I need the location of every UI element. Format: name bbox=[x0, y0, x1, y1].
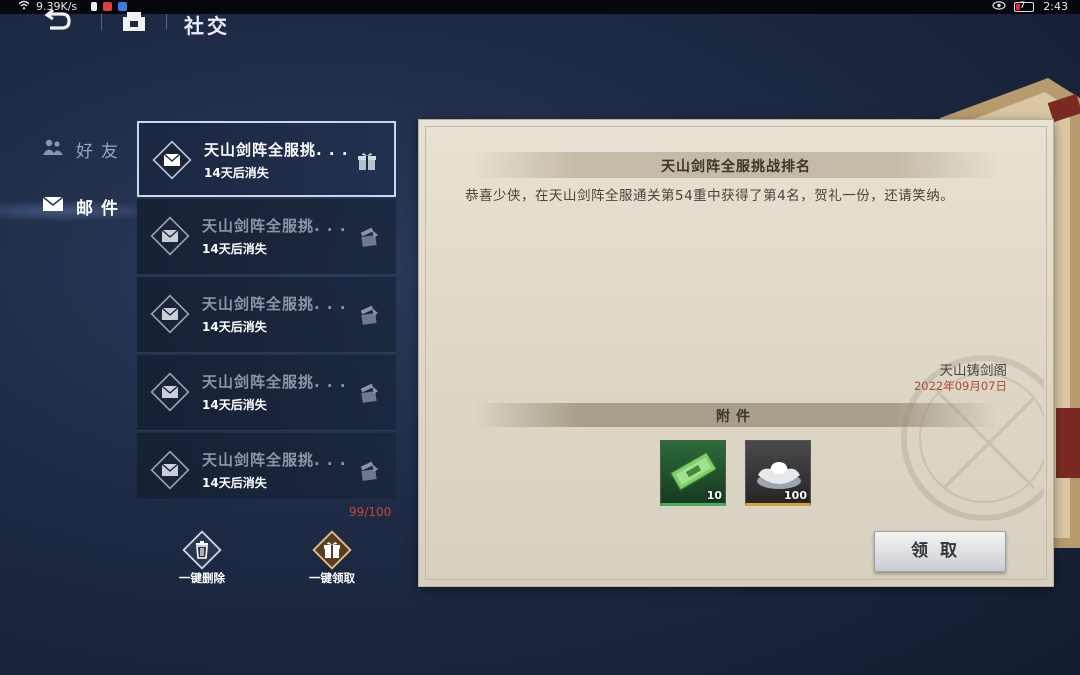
friends-icon bbox=[42, 138, 64, 161]
mail-title: 天山剑阵全服挑. . . bbox=[202, 295, 347, 313]
claim-all-button[interactable]: 一键领取 bbox=[296, 530, 368, 586]
notification-icon bbox=[91, 2, 98, 11]
mail-title: 天山剑阵全服挑. . . bbox=[204, 141, 349, 159]
gift-icon bbox=[356, 150, 378, 172]
envelope-icon bbox=[150, 216, 190, 256]
mail-date: 2022年09月07日 bbox=[913, 379, 1007, 393]
mail-list[interactable]: 天山剑阵全服挑. . . 14天后消失 天山剑阵全服挑. . . 14天后消失 … bbox=[137, 121, 396, 499]
opened-gift-icon bbox=[358, 226, 380, 248]
opened-gift-icon bbox=[358, 382, 380, 404]
attachment-qty: 10 bbox=[706, 489, 722, 502]
claim-button[interactable]: 领取 bbox=[874, 531, 1006, 572]
mail-expiry: 14天后消失 bbox=[204, 166, 269, 180]
mail-sender: 天山铸剑阁 bbox=[939, 363, 1008, 379]
mail-detail-title: 天山剑阵全服挑战排名 bbox=[661, 159, 811, 175]
status-bar: 9.39K/s 7 2:43 bbox=[0, 0, 1080, 14]
mail-icon bbox=[42, 196, 64, 217]
mail-expiry: 14天后消失 bbox=[202, 242, 267, 256]
attachments-title: 附件 bbox=[716, 409, 756, 425]
mail-expiry: 14天后消失 bbox=[202, 476, 267, 490]
attachment-qty: 100 bbox=[784, 489, 807, 502]
mail-count: 99/100 bbox=[349, 505, 392, 519]
envelope-icon bbox=[150, 372, 190, 412]
clock: 2:43 bbox=[1043, 0, 1068, 13]
mail-body: 恭喜少侠，在天山剑阵全服通关第54重中获得了第4名，贺礼一份，还请笑纳。 bbox=[465, 188, 955, 204]
trash-icon bbox=[182, 530, 222, 570]
gift-icon bbox=[312, 530, 352, 570]
mail-title: 天山剑阵全服挑. . . bbox=[202, 451, 347, 469]
nav-divider bbox=[101, 14, 102, 30]
side-menu-friends-label: 好友 bbox=[76, 142, 126, 162]
battery-icon bbox=[1013, 1, 1034, 12]
page-title: 社交 bbox=[184, 14, 230, 38]
home-icon[interactable] bbox=[120, 12, 148, 34]
attachment-item[interactable]: 10 bbox=[660, 440, 726, 506]
envelope-icon bbox=[152, 140, 192, 180]
opened-gift-icon bbox=[358, 304, 380, 326]
side-menu-mail-label: 邮件 bbox=[76, 199, 126, 219]
eye-icon bbox=[991, 0, 1006, 13]
mail-detail-panel: 天山剑阵全服挑战排名 恭喜少侠，在天山剑阵全服通关第54重中获得了第4名，贺礼一… bbox=[419, 120, 1053, 586]
delete-all-button[interactable]: 一键删除 bbox=[166, 530, 238, 586]
delete-all-label: 一键删除 bbox=[179, 571, 225, 585]
app-notification-icon-2 bbox=[118, 2, 128, 11]
mail-expiry: 14天后消失 bbox=[202, 320, 267, 334]
nav-divider-2 bbox=[166, 14, 167, 30]
envelope-icon bbox=[150, 294, 190, 334]
mail-expiry: 14天后消失 bbox=[202, 398, 267, 412]
mail-list-item[interactable]: 天山剑阵全服挑. . . 14天后消失 bbox=[137, 433, 396, 499]
mail-list-item[interactable]: 天山剑阵全服挑. . . 14天后消失 bbox=[137, 121, 396, 197]
side-menu-mail[interactable]: 邮件 bbox=[42, 194, 126, 219]
app-notification-icon bbox=[103, 2, 113, 11]
mail-list-item[interactable]: 天山剑阵全服挑. . . 14天后消失 bbox=[137, 355, 396, 431]
mail-title: 天山剑阵全服挑. . . bbox=[202, 373, 347, 391]
top-nav: 社交 bbox=[0, 8, 400, 44]
mail-list-item[interactable]: 天山剑阵全服挑. . . 14天后消失 bbox=[137, 277, 396, 353]
wifi-icon bbox=[18, 0, 30, 13]
mail-title: 天山剑阵全服挑. . . bbox=[202, 217, 347, 235]
back-arrow-icon[interactable] bbox=[44, 8, 72, 34]
mail-list-item[interactable]: 天山剑阵全服挑. . . 14天后消失 bbox=[137, 199, 396, 275]
side-menu-friends[interactable]: 好友 bbox=[42, 137, 126, 162]
claim-all-label: 一键领取 bbox=[309, 571, 355, 585]
opened-gift-icon bbox=[358, 460, 380, 482]
attachment-item[interactable]: 100 bbox=[745, 440, 811, 506]
envelope-icon bbox=[150, 450, 190, 490]
